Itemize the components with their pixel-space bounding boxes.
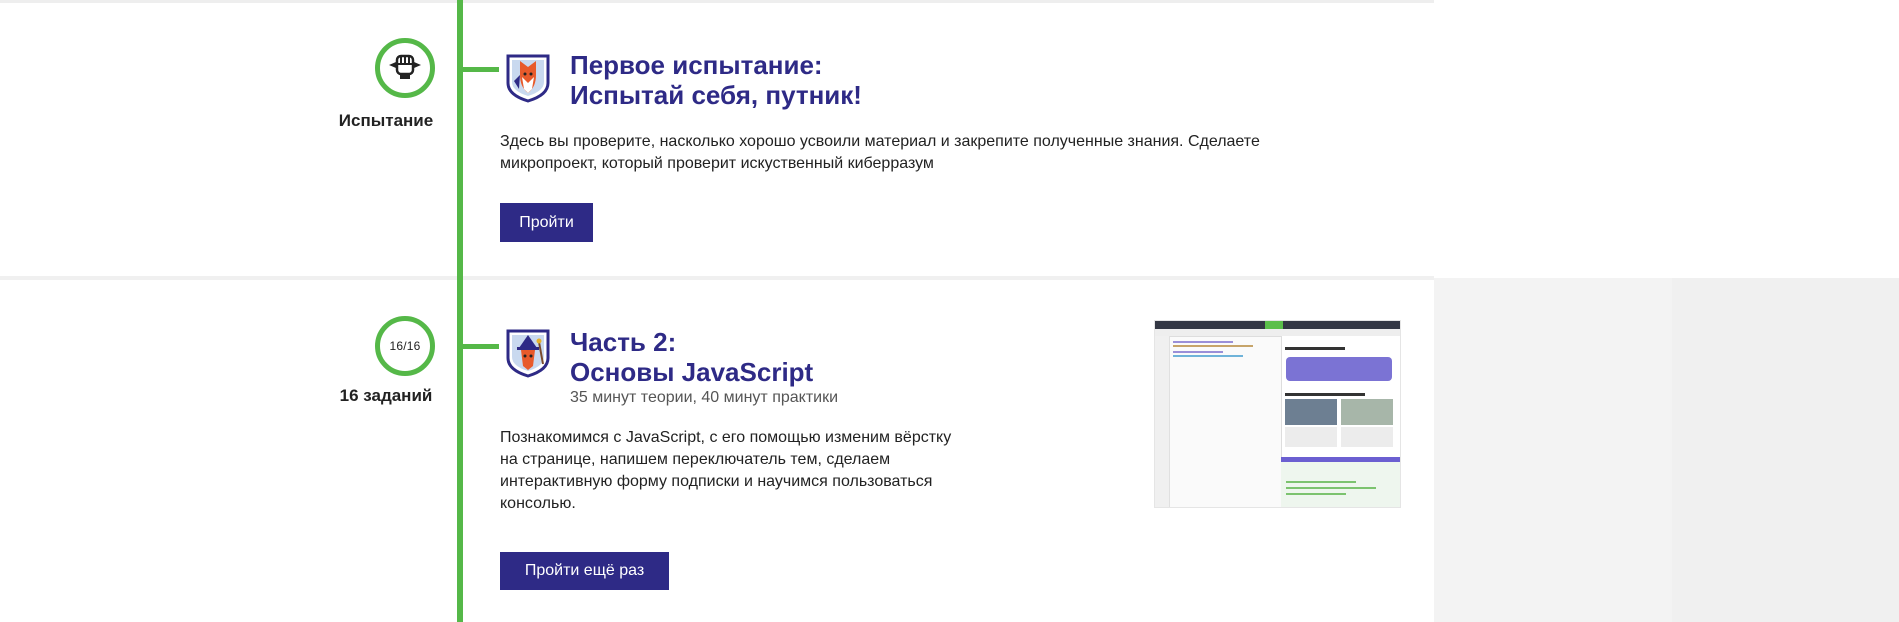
trial-title-line1: Первое испытание:	[570, 50, 823, 80]
thumb-card-image	[1285, 399, 1337, 425]
thumb-console	[1281, 462, 1400, 507]
trial-title: Первое испытание: Испытай себя, путник!	[570, 50, 862, 110]
thumb-chat-bubble	[1286, 357, 1392, 381]
part2-description-line4: консолью.	[500, 495, 576, 512]
retake-part2-button[interactable]: Пройти ещё раз	[500, 552, 669, 590]
section-divider	[0, 276, 1434, 280]
thumb-card-text	[1285, 427, 1337, 447]
trial-description: Здесь вы проверите, насколько хорошо усв…	[500, 131, 1260, 175]
thumb-card-text	[1341, 427, 1393, 447]
part2-description-line1: Познакомимся с JavaScript, с его помощью…	[500, 429, 952, 446]
part2-connector	[457, 344, 499, 349]
timeline-line	[457, 0, 463, 622]
fist-icon	[387, 51, 423, 85]
thumb-code-line	[1173, 355, 1243, 357]
trial-title-line2: Испытай себя, путник!	[570, 80, 862, 110]
thumb-card-image	[1341, 399, 1393, 425]
trial-node	[375, 38, 435, 98]
side-panel-stripe	[1672, 278, 1899, 622]
fox-shield-icon	[505, 53, 551, 103]
part2-title-line1: Часть 2:	[570, 327, 677, 357]
trial-connector	[457, 67, 499, 72]
thumb-code-line	[1173, 341, 1233, 343]
thumb-gutter	[1155, 336, 1170, 507]
side-panel-background	[1434, 278, 1899, 622]
thumb-green-tab	[1265, 321, 1283, 329]
thumb-console-log	[1286, 493, 1346, 495]
part2-title-line2: Основы JavaScript	[570, 357, 814, 387]
trial-node-label: Испытание	[338, 111, 434, 130]
part2-node: 16/16	[375, 316, 435, 376]
thumb-preview-heading	[1285, 393, 1365, 396]
course-screenshot-thumbnail	[1154, 320, 1401, 508]
start-trial-button[interactable]: Пройти	[500, 203, 593, 242]
part2-description-line2: на странице, напишем переключатель тем, …	[500, 451, 891, 468]
wizard-shield-icon	[505, 328, 551, 378]
part2-duration: 35 минут теории, 40 минут практики	[570, 389, 839, 406]
thumb-console-log	[1286, 481, 1356, 483]
part2-description-line3: интерактивную форму подписки и научимся …	[500, 473, 933, 490]
trial-description-line2: микропроект, который проверит искуственн…	[500, 155, 934, 172]
trial-description-line1: Здесь вы проверите, насколько хорошо усв…	[500, 133, 1260, 150]
course-timeline-page: Испытание Первое испытание: Испытай себя…	[0, 0, 1899, 622]
thumb-code-line	[1173, 351, 1223, 353]
top-divider	[0, 0, 1434, 3]
part2-task-count: 16/16	[389, 339, 421, 353]
part2-description: Познакомимся с JavaScript, с его помощью…	[500, 427, 951, 515]
thumb-console-log	[1286, 487, 1376, 489]
part2-node-label: 16 заданий	[339, 386, 433, 405]
thumb-code-line	[1173, 345, 1253, 347]
part2-title: Часть 2: Основы JavaScript	[570, 327, 813, 387]
thumb-preview-heading	[1285, 347, 1345, 350]
